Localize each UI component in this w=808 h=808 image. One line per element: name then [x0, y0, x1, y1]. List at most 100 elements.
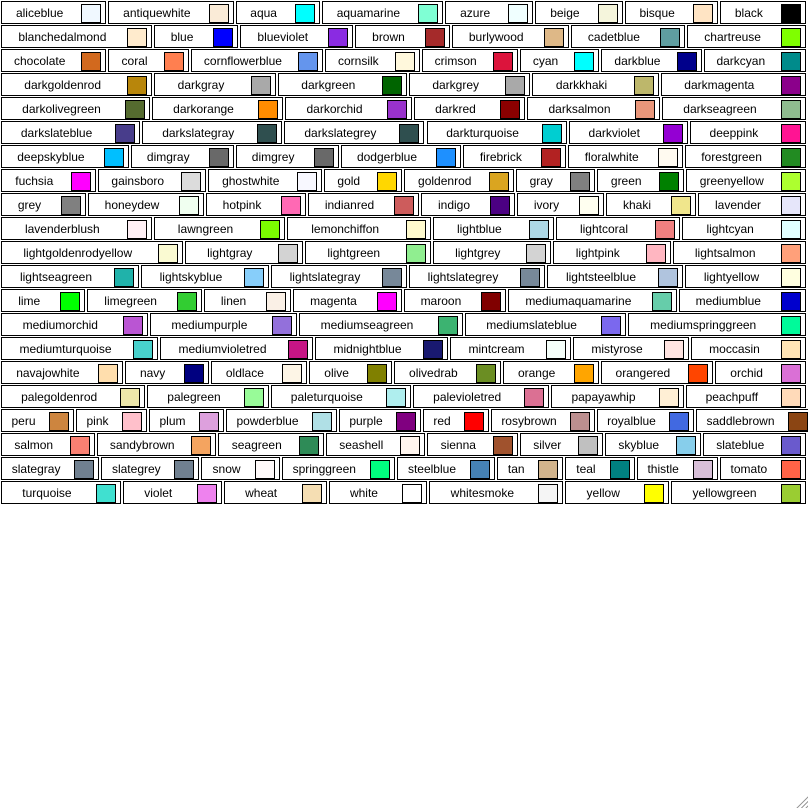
color-button-blue[interactable]: blue: [153, 25, 239, 48]
color-button-lightslategrey[interactable]: lightslategrey: [409, 265, 545, 288]
color-button-slateblue[interactable]: slateblue: [702, 433, 806, 456]
color-button-pink[interactable]: pink: [76, 409, 147, 432]
color-button-greenyellow[interactable]: greenyellow: [685, 169, 806, 192]
color-button-linen[interactable]: linen: [203, 289, 292, 312]
color-button-mediumturquoise[interactable]: mediumturquoise: [1, 337, 158, 360]
color-button-beige[interactable]: beige: [535, 1, 623, 24]
color-button-lightgreen[interactable]: lightgreen: [305, 241, 431, 264]
color-button-darkslategrey[interactable]: darkslategrey: [284, 121, 425, 144]
color-button-paleturquoise[interactable]: paleturquoise: [270, 385, 411, 408]
color-button-cornflowerblue[interactable]: cornflowerblue: [190, 49, 324, 72]
color-button-yellow[interactable]: yellow: [565, 481, 670, 504]
color-button-lavenderblush[interactable]: lavenderblush: [1, 217, 152, 240]
color-button-darkcyan[interactable]: darkcyan: [703, 49, 806, 72]
color-button-chocolate[interactable]: chocolate: [1, 49, 107, 72]
color-button-rosybrown[interactable]: rosybrown: [491, 409, 595, 432]
color-button-lightsteelblue[interactable]: lightsteelblue: [547, 265, 683, 288]
color-button-darkgrey[interactable]: darkgrey: [409, 73, 531, 96]
color-button-papayawhip[interactable]: papayawhip: [551, 385, 684, 408]
color-button-darkviolet[interactable]: darkviolet: [568, 121, 688, 144]
color-button-olive[interactable]: olive: [309, 361, 392, 384]
color-button-powderblue[interactable]: powderblue: [226, 409, 337, 432]
color-button-red[interactable]: red: [423, 409, 489, 432]
color-button-royalblue[interactable]: royalblue: [597, 409, 694, 432]
color-button-limegreen[interactable]: limegreen: [87, 289, 202, 312]
color-button-aquamarine[interactable]: aquamarine: [321, 1, 443, 24]
color-button-lightslategray[interactable]: lightslategray: [271, 265, 407, 288]
color-button-lightcoral[interactable]: lightcoral: [555, 217, 681, 240]
color-button-darkmagenta[interactable]: darkmagenta: [660, 73, 806, 96]
color-button-blueviolet[interactable]: blueviolet: [240, 25, 354, 48]
color-button-steelblue[interactable]: steelblue: [396, 457, 496, 480]
color-button-antiquewhite[interactable]: antiquewhite: [108, 1, 234, 24]
color-button-plum[interactable]: plum: [149, 409, 224, 432]
color-button-mediumorchid[interactable]: mediumorchid: [1, 313, 148, 336]
color-button-dodgerblue[interactable]: dodgerblue: [340, 145, 462, 168]
color-button-coral[interactable]: coral: [108, 49, 189, 72]
color-button-navajowhite[interactable]: navajowhite: [1, 361, 123, 384]
color-button-indigo[interactable]: indigo: [421, 193, 515, 216]
color-button-peachpuff[interactable]: peachpuff: [685, 385, 806, 408]
color-button-skyblue[interactable]: skyblue: [605, 433, 701, 456]
color-button-peru[interactable]: peru: [1, 409, 74, 432]
color-button-lemonchiffon[interactable]: lemonchiffon: [287, 217, 431, 240]
color-button-darkseagreen[interactable]: darkseagreen: [662, 97, 806, 120]
color-button-deeppink[interactable]: deeppink: [689, 121, 806, 144]
color-button-yellowgreen[interactable]: yellowgreen: [671, 481, 806, 504]
color-button-lightsalmon[interactable]: lightsalmon: [672, 241, 806, 264]
color-button-midnightblue[interactable]: midnightblue: [315, 337, 448, 360]
color-button-lightseagreen[interactable]: lightseagreen: [1, 265, 139, 288]
color-button-lightblue[interactable]: lightblue: [433, 217, 554, 240]
color-button-green[interactable]: green: [597, 169, 684, 192]
color-button-darkgoldenrod[interactable]: darkgoldenrod: [1, 73, 153, 96]
color-button-saddlebrown[interactable]: saddlebrown: [696, 409, 808, 432]
color-button-orchid[interactable]: orchid: [715, 361, 806, 384]
color-button-purple[interactable]: purple: [339, 409, 421, 432]
color-button-seashell[interactable]: seashell: [325, 433, 425, 456]
color-button-mistyrose[interactable]: mistyrose: [573, 337, 689, 360]
color-button-mediumblue[interactable]: mediumblue: [678, 289, 806, 312]
color-button-darkorchid[interactable]: darkorchid: [285, 97, 412, 120]
color-button-darkorange[interactable]: darkorange: [152, 97, 283, 120]
color-button-lawngreen[interactable]: lawngreen: [153, 217, 286, 240]
color-button-mediumseagreen[interactable]: mediumseagreen: [299, 313, 463, 336]
color-button-chartreuse[interactable]: chartreuse: [687, 25, 806, 48]
color-button-slategrey[interactable]: slategrey: [101, 457, 200, 480]
color-button-lime[interactable]: lime: [1, 289, 86, 312]
color-button-navy[interactable]: navy: [124, 361, 209, 384]
color-button-palevioletred[interactable]: palevioletred: [413, 385, 550, 408]
color-button-hotpink[interactable]: hotpink: [206, 193, 306, 216]
color-button-darkred[interactable]: darkred: [414, 97, 525, 120]
color-button-fuchsia[interactable]: fuchsia: [1, 169, 96, 192]
color-button-orangered[interactable]: orangered: [600, 361, 714, 384]
color-button-mediumpurple[interactable]: mediumpurple: [149, 313, 298, 336]
color-button-gold[interactable]: gold: [323, 169, 402, 192]
color-button-indianred[interactable]: indianred: [308, 193, 419, 216]
color-button-mediumvioletred[interactable]: mediumvioletred: [160, 337, 313, 360]
color-button-honeydew[interactable]: honeydew: [88, 193, 204, 216]
color-button-darkgray[interactable]: darkgray: [154, 73, 276, 96]
color-button-darkgreen[interactable]: darkgreen: [277, 73, 407, 96]
color-button-sienna[interactable]: sienna: [427, 433, 518, 456]
color-button-brown[interactable]: brown: [355, 25, 450, 48]
color-button-darkolivegreen[interactable]: darkolivegreen: [1, 97, 150, 120]
color-button-violet[interactable]: violet: [122, 481, 222, 504]
color-button-floralwhite[interactable]: floralwhite: [568, 145, 684, 168]
color-button-dimgrey[interactable]: dimgrey: [235, 145, 339, 168]
color-button-silver[interactable]: silver: [519, 433, 603, 456]
color-button-maroon[interactable]: maroon: [403, 289, 507, 312]
color-button-moccasin[interactable]: moccasin: [691, 337, 806, 360]
color-button-sandybrown[interactable]: sandybrown: [96, 433, 216, 456]
color-button-firebrick[interactable]: firebrick: [463, 145, 567, 168]
color-button-darkslategray[interactable]: darkslategray: [142, 121, 283, 144]
color-button-wheat[interactable]: wheat: [223, 481, 327, 504]
color-button-olivedrab[interactable]: olivedrab: [394, 361, 501, 384]
color-button-whitesmoke[interactable]: whitesmoke: [429, 481, 564, 504]
color-button-black[interactable]: black: [719, 1, 806, 24]
color-button-cadetblue[interactable]: cadetblue: [570, 25, 686, 48]
color-button-turquoise[interactable]: turquoise: [1, 481, 121, 504]
color-button-thistle[interactable]: thistle: [636, 457, 718, 480]
color-button-lavender[interactable]: lavender: [698, 193, 806, 216]
color-button-crimson[interactable]: crimson: [421, 49, 518, 72]
color-button-lightpink[interactable]: lightpink: [553, 241, 671, 264]
